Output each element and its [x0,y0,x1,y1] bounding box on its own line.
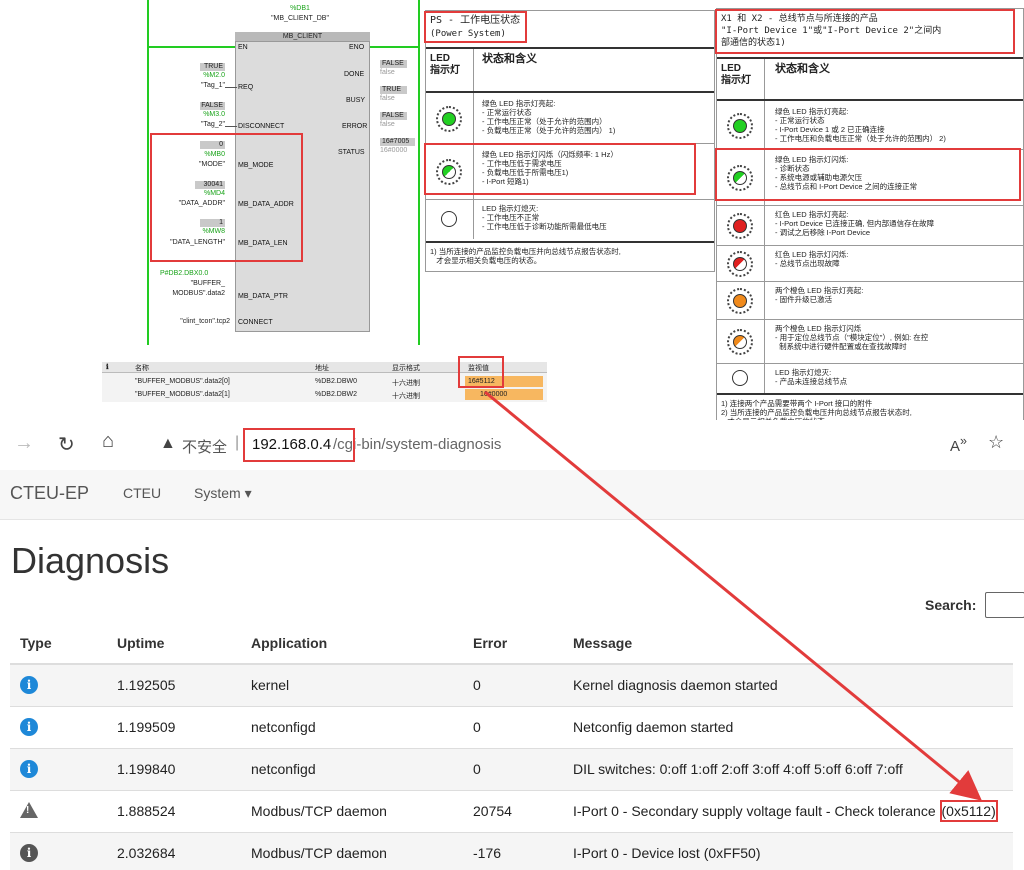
annotation-arrow [484,390,982,801]
